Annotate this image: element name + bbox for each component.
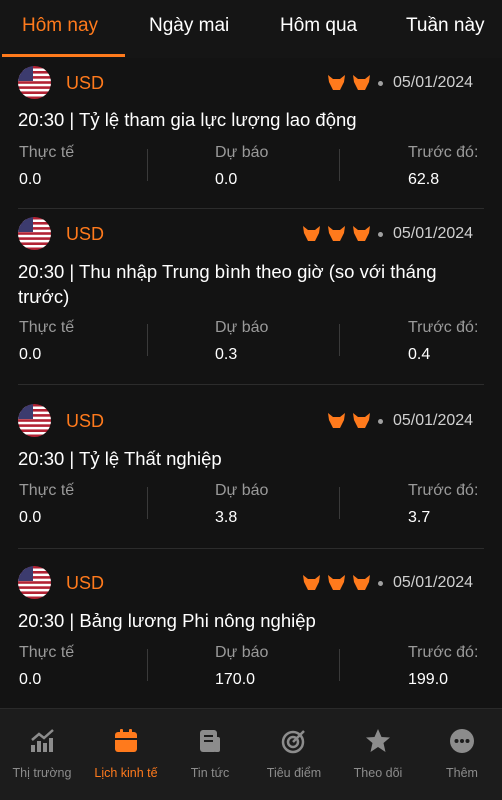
bull-icon — [353, 575, 370, 590]
forecast-label: Dự báo — [215, 144, 269, 161]
column-divider — [147, 487, 148, 519]
impact-rating — [303, 226, 370, 242]
tab-today[interactable]: Hôm nay — [22, 15, 98, 37]
nav-label: Lịch kinh tế — [94, 766, 158, 780]
event-title: 20:30 | Thu nhập Trung bình theo giờ (so… — [18, 261, 437, 307]
date-tab-bar: Hôm nay Ngày mai Hôm qua Tuần này — [0, 0, 502, 58]
chart-line-icon — [31, 729, 54, 752]
column-divider — [339, 487, 340, 519]
forecast-label: Dự báo — [215, 482, 269, 499]
currency-code: USD — [66, 573, 105, 593]
forecast-label: Dự báo — [215, 644, 269, 661]
bull-icon — [328, 75, 345, 90]
active-tab-indicator — [2, 54, 125, 57]
actual-label: Thực tế — [19, 482, 75, 499]
bull-icon — [353, 75, 370, 90]
impact-rating — [328, 413, 370, 429]
actual-label: Thực tế — [19, 644, 75, 661]
actual-label: Thực tế — [19, 319, 75, 336]
actual-value: 0.0 — [19, 671, 42, 688]
currency-code: USD — [66, 73, 105, 93]
nav-economic-calendar[interactable]: Lịch kinh tế — [84, 709, 168, 800]
nav-watchlist[interactable]: Theo dõi — [336, 709, 420, 800]
us-flag-icon — [18, 566, 51, 599]
forecast-value: 0.3 — [215, 346, 238, 363]
event-card[interactable]: USD 05/01/2024 20:30 | Tỷ lệ Thất nghiệp… — [0, 385, 502, 549]
event-title: 20:30 | Bảng lương Phi nông nghiệp — [18, 610, 316, 631]
nav-focus[interactable]: Tiêu điểm — [252, 709, 336, 800]
previous-label: Trước đó: — [408, 144, 479, 161]
column-divider — [339, 324, 340, 356]
event-title: 20:30 | Tỷ lệ Thất nghiệp — [18, 448, 222, 469]
bull-icon — [303, 575, 320, 590]
us-flag-icon — [18, 404, 51, 437]
more-icon — [450, 729, 474, 753]
target-icon — [281, 730, 305, 754]
bottom-nav: Thị trường Lịch kinh tế Tin tức Tiêu điể… — [0, 708, 502, 800]
calendar-icon — [115, 729, 137, 752]
news-icon — [200, 730, 220, 752]
separator-dot — [378, 581, 383, 586]
bull-icon — [303, 226, 320, 241]
nav-label: Tiêu điểm — [266, 766, 322, 780]
bull-icon — [353, 226, 370, 241]
forecast-value: 170.0 — [215, 671, 256, 688]
event-date: 05/01/2024 — [393, 74, 474, 91]
previous-value: 62.8 — [408, 171, 440, 188]
currency-code: USD — [66, 224, 105, 244]
nav-label: Thị trường — [12, 766, 72, 780]
column-divider — [147, 324, 148, 356]
actual-label: Thực tế — [19, 144, 75, 161]
forecast-value: 3.8 — [215, 509, 238, 526]
tab-yesterday[interactable]: Hôm qua — [280, 15, 357, 37]
event-title: 20:30 | Tỷ lệ tham gia lực lượng lao độn… — [18, 109, 357, 130]
actual-value: 0.0 — [19, 509, 42, 526]
column-divider — [339, 149, 340, 181]
tab-this-week[interactable]: Tuần này — [406, 15, 485, 37]
previous-value: 199.0 — [408, 671, 449, 688]
nav-news[interactable]: Tin tức — [168, 709, 252, 800]
forecast-label: Dự báo — [215, 319, 269, 336]
bull-icon — [353, 413, 370, 428]
event-card[interactable]: USD 05/01/2024 20:30 | Thu nhập Trung bì… — [0, 198, 502, 385]
us-flag-icon — [18, 217, 51, 250]
event-card[interactable]: USD 05/01/2024 20:30 | Tỷ lệ tham gia lự… — [0, 58, 502, 209]
nav-markets[interactable]: Thị trường — [0, 709, 84, 800]
tab-tomorrow[interactable]: Ngày mai — [149, 15, 229, 37]
nav-label: Tin tức — [190, 766, 230, 780]
actual-value: 0.0 — [19, 171, 42, 188]
previous-label: Trước đó: — [408, 644, 479, 661]
previous-label: Trước đó: — [408, 482, 479, 499]
event-date: 05/01/2024 — [393, 574, 474, 591]
separator-dot — [378, 419, 383, 424]
impact-rating — [303, 575, 370, 591]
column-divider — [147, 649, 148, 681]
currency-code: USD — [66, 411, 105, 431]
column-divider — [339, 649, 340, 681]
separator-dot — [378, 232, 383, 237]
impact-rating — [328, 75, 370, 91]
star-icon — [366, 729, 390, 752]
previous-value: 3.7 — [408, 509, 431, 526]
column-divider — [147, 149, 148, 181]
event-card[interactable]: USD 05/01/2024 20:30 | Bảng lương Phi nô… — [0, 549, 502, 708]
nav-more[interactable]: Thêm — [420, 709, 502, 800]
bull-icon — [328, 575, 345, 590]
actual-value: 0.0 — [19, 346, 42, 363]
event-date: 05/01/2024 — [393, 412, 474, 429]
bull-icon — [328, 226, 345, 241]
previous-value: 0.4 — [408, 346, 431, 363]
bull-icon — [328, 413, 345, 428]
nav-label: Theo dõi — [353, 766, 403, 780]
nav-label: Thêm — [446, 766, 478, 780]
previous-label: Trước đó: — [408, 319, 479, 336]
event-list[interactable]: USD 05/01/2024 20:30 | Tỷ lệ tham gia lự… — [0, 58, 502, 708]
forecast-value: 0.0 — [215, 171, 238, 188]
separator-dot — [378, 81, 383, 86]
event-date: 05/01/2024 — [393, 225, 474, 242]
us-flag-icon — [18, 66, 51, 99]
